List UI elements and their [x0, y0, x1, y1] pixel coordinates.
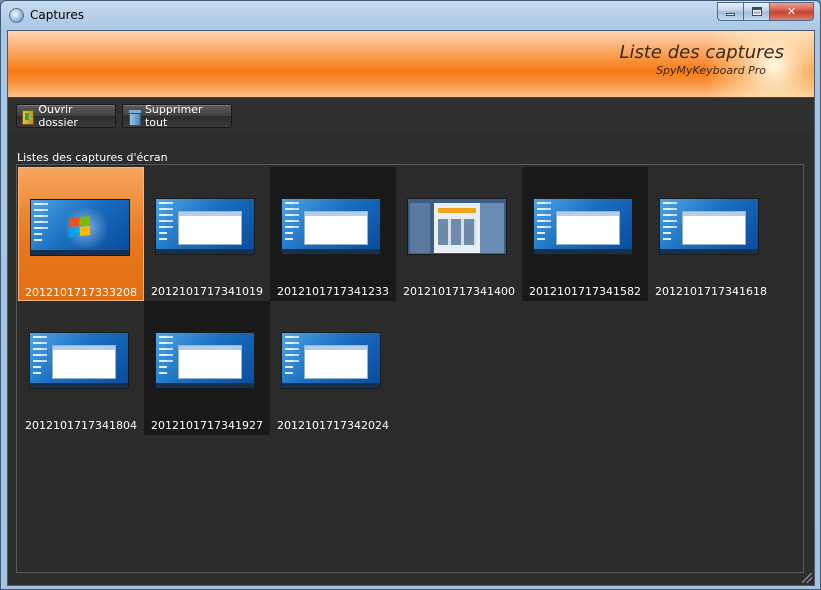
close-icon: ✕ — [786, 5, 797, 18]
capture-thumbnail — [659, 198, 759, 255]
capture-thumbnail — [29, 332, 129, 389]
folder-icon — [22, 109, 35, 125]
toolbar: Ouvrir dossier Supprimer tout — [8, 97, 814, 133]
close-button[interactable]: ✕ — [770, 2, 814, 21]
window-controls: ✕ — [717, 2, 814, 21]
capture-tile[interactable]: 2012101717341019 — [144, 167, 270, 301]
maximize-button[interactable] — [744, 2, 770, 21]
window-title: Captures — [30, 8, 84, 22]
capture-tile[interactable]: 2012101717341400 — [396, 167, 522, 301]
capture-tile[interactable]: 2012101717333208 — [18, 167, 144, 301]
capture-tile[interactable]: 2012101717341233 — [270, 167, 396, 301]
captures-list-label: Listes des captures d'écran — [17, 151, 168, 164]
client-area: Liste des captures SpyMyKeyboard Pro Ouv… — [7, 30, 815, 586]
capture-tile[interactable]: 2012101717341927 — [144, 301, 270, 435]
capture-thumbnail — [533, 198, 633, 255]
capture-thumbnail — [281, 198, 381, 255]
capture-tile[interactable]: 2012101717341582 — [522, 167, 648, 301]
app-icon — [9, 8, 24, 23]
trash-icon — [128, 108, 142, 126]
maximize-icon — [751, 7, 762, 16]
captures-grid[interactable]: 2012101717333208 2012101717341019 201210… — [16, 164, 804, 573]
minimize-icon — [726, 13, 735, 16]
capture-thumbnail — [155, 332, 255, 389]
capture-tile[interactable]: 2012101717342024 — [270, 301, 396, 435]
banner-title: Liste des captures — [619, 42, 784, 63]
capture-name: 2012101717341618 — [655, 285, 767, 298]
capture-name: 2012101717342024 — [277, 419, 389, 432]
title-bar[interactable]: Captures ✕ — [1, 1, 820, 30]
capture-name: 2012101717341582 — [529, 285, 641, 298]
open-folder-label: Ouvrir dossier — [38, 103, 78, 129]
delete-all-button[interactable]: Supprimer tout — [122, 103, 232, 129]
capture-thumbnail — [407, 198, 507, 255]
capture-name: 2012101717341804 — [25, 419, 137, 432]
capture-thumbnail — [281, 332, 381, 389]
capture-thumbnail — [155, 198, 255, 255]
capture-tile[interactable]: 2012101717341618 — [648, 167, 774, 301]
header-banner: Liste des captures SpyMyKeyboard Pro — [8, 31, 814, 97]
resize-grip-icon[interactable] — [802, 573, 812, 583]
capture-tile[interactable]: 2012101717341804 — [18, 301, 144, 435]
capture-name: 2012101717341400 — [403, 285, 515, 298]
capture-name: 2012101717333208 — [25, 286, 137, 299]
banner-subtitle: SpyMyKeyboard Pro — [656, 64, 766, 77]
open-folder-button[interactable]: Ouvrir dossier — [16, 103, 116, 129]
capture-name: 2012101717341927 — [151, 419, 263, 432]
minimize-button[interactable] — [717, 2, 744, 21]
captures-window: Captures ✕ Liste des captures SpyMyKeybo… — [0, 0, 821, 590]
capture-name: 2012101717341233 — [277, 285, 389, 298]
capture-name: 2012101717341019 — [151, 285, 263, 298]
capture-thumbnail — [30, 199, 130, 256]
delete-all-label: Supprimer tout — [144, 103, 203, 129]
